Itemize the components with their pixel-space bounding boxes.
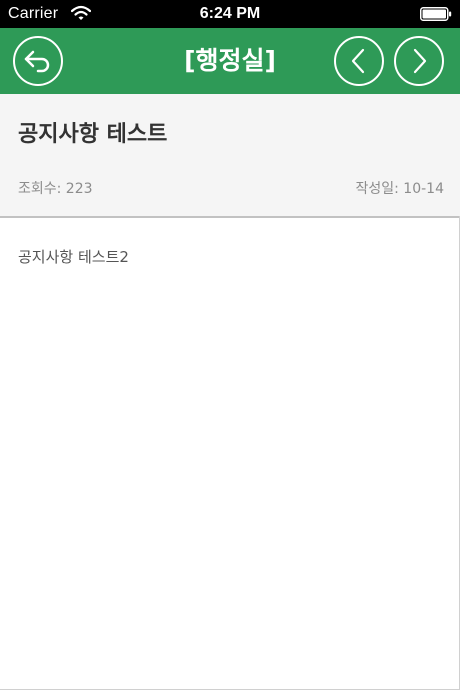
previous-post-button[interactable] — [334, 36, 384, 86]
written-date: 작성일: 10-14 — [355, 181, 445, 197]
page-title: [행정실] — [184, 46, 276, 75]
return-arrow-icon — [24, 50, 50, 73]
battery-icon — [420, 7, 452, 21]
next-post-button[interactable] — [394, 36, 444, 86]
back-button[interactable] — [13, 36, 63, 86]
status-time: 6:24 PM — [199, 5, 261, 22]
post-title: 공지사항 테스트 — [18, 122, 168, 147]
chevron-left-icon — [351, 48, 365, 74]
post-header: 공지사항 테스트 조회수: 223 작성일: 10-14 — [0, 94, 460, 218]
status-bar: Carrier 6:24 PM — [0, 0, 460, 28]
view-count: 조회수: 223 — [18, 181, 93, 197]
chevron-right-icon — [413, 48, 427, 74]
post-body: 공지사항 테스트2 — [18, 248, 129, 266]
navigation-bar: [행정실] — [0, 28, 460, 94]
